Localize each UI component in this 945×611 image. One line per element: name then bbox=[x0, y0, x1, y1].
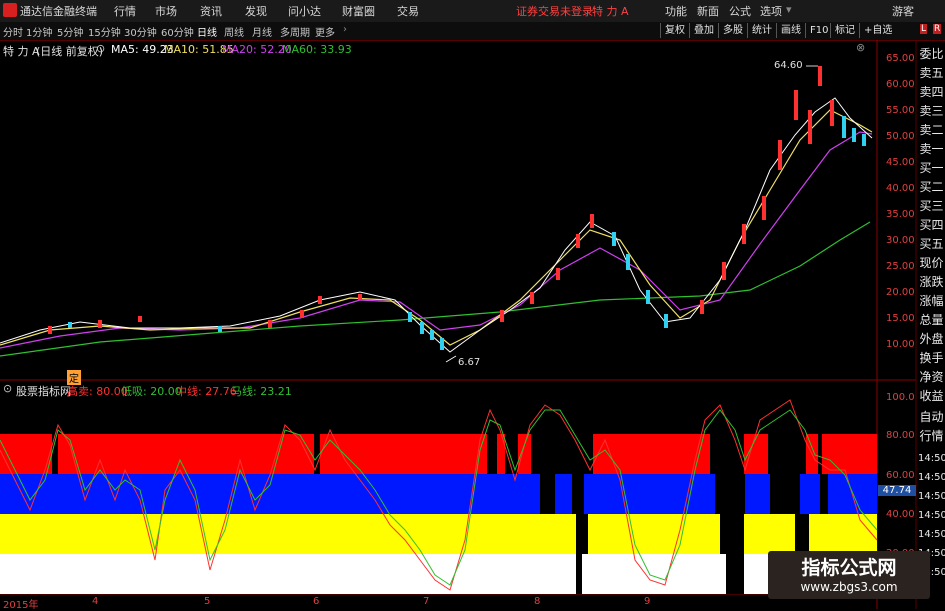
menu-discover[interactable]: 发现 bbox=[245, 3, 267, 19]
menu-function[interactable]: 功能 bbox=[665, 3, 687, 19]
indicator-name: 股票指标网 bbox=[16, 385, 71, 398]
tab-15min[interactable]: 15分钟 bbox=[88, 24, 121, 39]
chart-mode: (日线 前复权) bbox=[36, 45, 104, 58]
left-toggle[interactable]: L bbox=[920, 24, 928, 34]
menu-options[interactable]: 选项 bbox=[760, 3, 782, 19]
ma10-line bbox=[0, 109, 873, 346]
kline-chart[interactable] bbox=[0, 40, 945, 609]
ma5-line bbox=[0, 97, 873, 353]
ma20-line bbox=[0, 131, 873, 349]
tab-5min[interactable]: 5分钟 bbox=[57, 24, 83, 39]
restore-rights-button[interactable]: 复权 bbox=[660, 23, 689, 38]
menu-quotes[interactable]: 行情 bbox=[114, 3, 136, 19]
tab-1min[interactable]: 1分钟 bbox=[26, 24, 52, 39]
overlay-button[interactable]: 叠加 bbox=[689, 23, 718, 38]
tab-weekly[interactable]: 周线 bbox=[224, 24, 244, 39]
settings-gear-icon[interactable]: ⊙ bbox=[96, 42, 105, 55]
app-title: 通达信金融终端 bbox=[20, 5, 97, 18]
mid-line-label: 中线: 27.76 bbox=[176, 385, 237, 398]
f10-button[interactable]: F10 bbox=[805, 23, 832, 38]
panel-close-icon[interactable]: ⊗ bbox=[856, 41, 865, 54]
watermark-url: www.zbgs3.com bbox=[800, 580, 898, 594]
drawing-button[interactable]: 画线 bbox=[776, 23, 805, 38]
tab-multi[interactable]: 多周期 bbox=[280, 24, 310, 39]
menu-ask[interactable]: 问小达 bbox=[288, 3, 321, 19]
tab-daily[interactable]: 日线 bbox=[197, 24, 217, 39]
login-status[interactable]: 证券交易未登录 bbox=[516, 3, 593, 19]
tab-1[interactable]: 分时 bbox=[3, 24, 23, 39]
tab-more[interactable]: 更多 bbox=[315, 24, 335, 39]
multi-stock-button[interactable]: 多股 bbox=[718, 23, 747, 38]
auto-quote-button[interactable]: 自动 bbox=[918, 408, 945, 427]
menu-bar: 通达信金融终端 行情 市场 资讯 发现 问小达 财富圈 交易 证券交易未登录 特… bbox=[0, 0, 945, 23]
right-toggle[interactable]: R bbox=[933, 24, 942, 34]
menu-formula[interactable]: 公式 bbox=[729, 3, 751, 19]
stock-name: 特 力 A bbox=[3, 45, 40, 58]
low-price-label: 6.67 bbox=[458, 357, 481, 368]
more-chevron-icon[interactable]: › bbox=[343, 24, 347, 35]
high-price-label: 64.60 bbox=[774, 60, 803, 71]
mark-button[interactable]: 标记 bbox=[830, 23, 859, 38]
current-indicator-value: 47.74 bbox=[878, 485, 916, 496]
sell-level-label: 高卖: 80.00 bbox=[67, 385, 128, 398]
candles bbox=[48, 66, 866, 350]
tab-30min[interactable]: 30分钟 bbox=[124, 24, 157, 39]
watermark-title: 指标公式网 bbox=[801, 557, 897, 579]
app-logo-icon bbox=[3, 3, 17, 17]
menu-market[interactable]: 市场 bbox=[155, 3, 177, 19]
tab-60min[interactable]: 60分钟 bbox=[161, 24, 194, 39]
indicator-gear-icon[interactable]: ⊙ bbox=[3, 382, 12, 395]
menu-wealth[interactable]: 财富圈 bbox=[342, 3, 375, 19]
quote-button[interactable]: 行情 bbox=[918, 427, 945, 446]
minimize-icon[interactable]: ▾ bbox=[786, 3, 792, 16]
ma60-label: MA60: 33.93 bbox=[282, 43, 352, 56]
tab-monthly[interactable]: 月线 bbox=[252, 24, 272, 39]
buy-level-label: 低吸: 20.00 bbox=[121, 385, 182, 398]
menu-trade[interactable]: 交易 bbox=[397, 3, 419, 19]
statistics-button[interactable]: 统计 bbox=[747, 23, 776, 38]
guest-label[interactable]: 游客 bbox=[892, 3, 914, 19]
horse-line-label: 马线: 23.21 bbox=[231, 385, 292, 398]
menu-new-page[interactable]: 新面 bbox=[697, 3, 719, 19]
menu-news[interactable]: 资讯 bbox=[200, 3, 222, 19]
add-watchlist-button[interactable]: +自选 bbox=[859, 23, 896, 38]
stock-title: 特 力 A bbox=[592, 5, 629, 18]
